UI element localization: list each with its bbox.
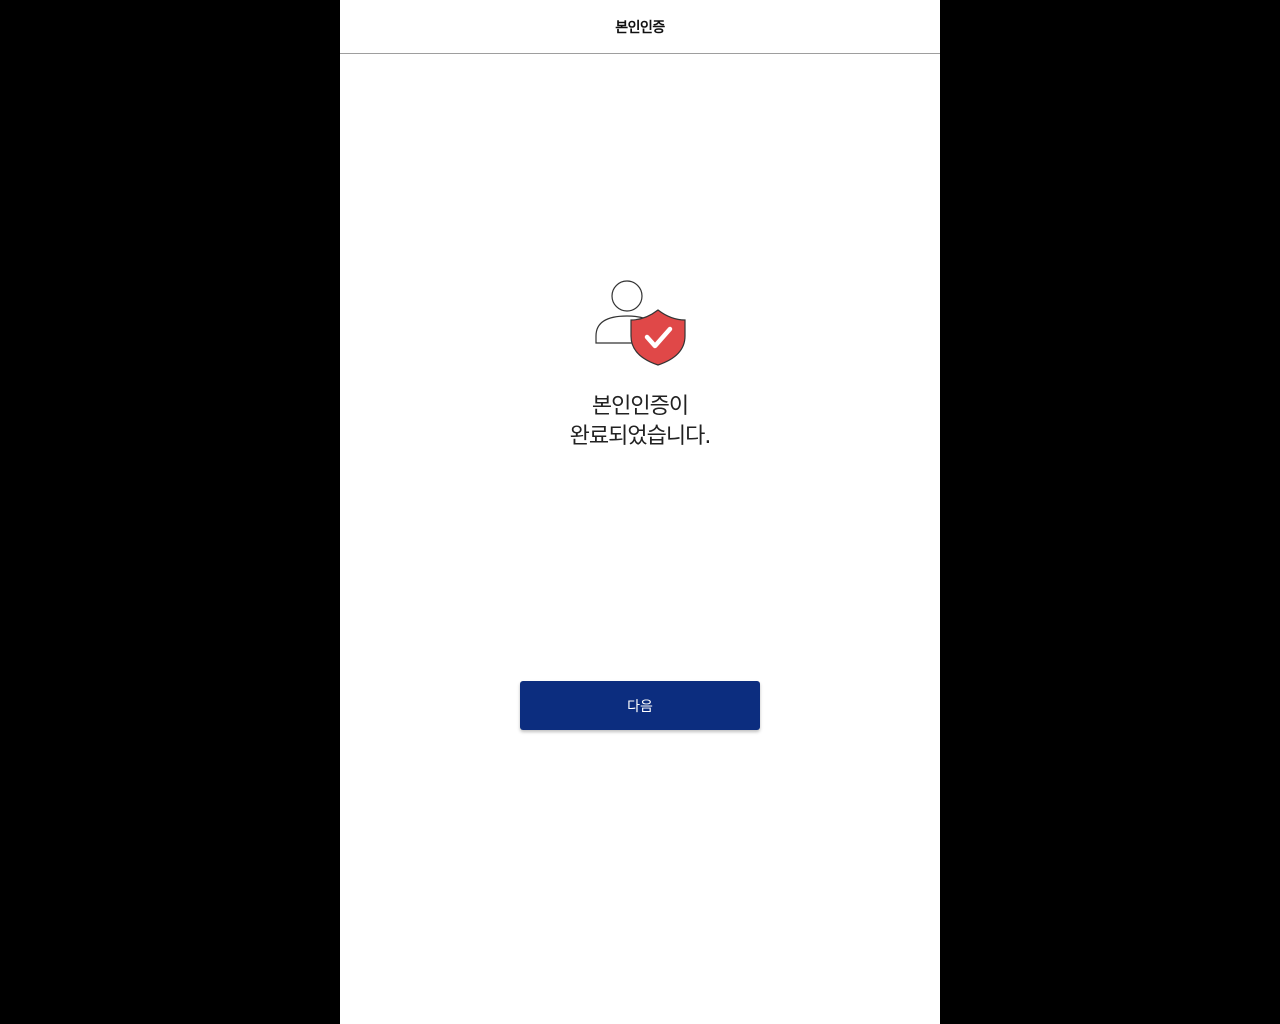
app-frame: 본인인증 본인인증이 완료되었습니다. 다음 xyxy=(340,0,940,1024)
completion-message: 본인인증이 완료되었습니다. xyxy=(340,392,940,452)
next-button[interactable]: 다음 xyxy=(520,681,760,730)
completion-message-line1: 본인인증이 xyxy=(591,394,689,419)
top-bar: 본인인증 xyxy=(340,0,940,54)
page-title: 본인인증 xyxy=(615,19,665,36)
user-verified-shield-icon xyxy=(592,278,688,368)
completion-message-line2: 완료되었습니다. xyxy=(569,424,712,449)
